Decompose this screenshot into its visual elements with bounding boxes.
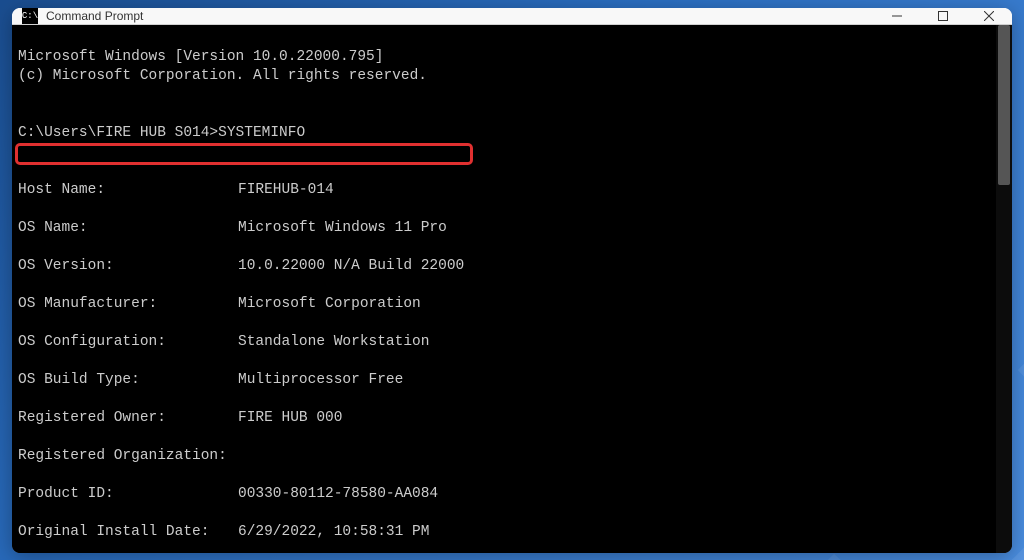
info-row: OS Manufacturer:Microsoft Corporation [18,295,996,314]
row-value: 00330-80112-78580-AA084 [238,485,438,504]
info-row: Registered Organization: [18,447,996,466]
row-value: 10.0.22000 N/A Build 22000 [238,257,464,276]
info-row: Product ID:00330-80112-78580-AA084 [18,485,996,504]
window-controls [874,8,1012,24]
row-value: FIREHUB-014 [238,181,334,200]
terminal-area: Microsoft Windows [Version 10.0.22000.79… [12,24,1012,553]
maximize-icon [938,11,948,21]
row-label: Product ID: [18,485,238,504]
vertical-scrollbar[interactable] [996,25,1012,553]
prompt-path: C:\Users\FIRE HUB S014> [18,125,218,141]
banner-line: Microsoft Windows [Version 10.0.22000.79… [18,49,383,65]
minimize-button[interactable] [874,8,920,24]
banner-line: (c) Microsoft Corporation. All rights re… [18,68,427,84]
row-value: Microsoft Corporation [238,295,421,314]
row-label: OS Build Type: [18,371,238,390]
row-label: Registered Organization: [18,447,238,466]
row-label: OS Configuration: [18,333,238,352]
row-label: OS Manufacturer: [18,295,238,314]
row-value: Multiprocessor Free [238,371,403,390]
row-value: 6/29/2022, 10:58:31 PM [238,523,429,542]
terminal-output[interactable]: Microsoft Windows [Version 10.0.22000.79… [12,25,996,553]
info-row: Host Name:FIREHUB-014 [18,181,996,200]
row-label: Original Install Date: [18,523,238,542]
maximize-button[interactable] [920,8,966,24]
info-row: OS Configuration:Standalone Workstation [18,333,996,352]
row-value: Standalone Workstation [238,333,429,352]
close-icon [984,11,994,21]
close-button[interactable] [966,8,1012,24]
row-label: Host Name: [18,181,238,200]
blank-line [18,86,996,105]
row-label: OS Name: [18,219,238,238]
row-value: Microsoft Windows 11 Pro [238,219,447,238]
prompt-command: SYSTEMINFO [218,125,305,141]
info-row: Original Install Date:6/29/2022, 10:58:3… [18,523,996,542]
scroll-thumb[interactable] [998,25,1010,185]
titlebar[interactable]: C:\ Command Prompt [12,8,1012,24]
info-row: Registered Owner:FIRE HUB 000 [18,409,996,428]
row-label: Registered Owner: [18,409,238,428]
command-prompt-icon: C:\ [22,8,38,24]
minimize-icon [892,11,902,21]
row-label: OS Version: [18,257,238,276]
info-row-osver: OS Version:10.0.22000 N/A Build 22000 [18,257,996,276]
window-title: Command Prompt [46,9,874,23]
info-row: OS Build Type:Multiprocessor Free [18,371,996,390]
info-row: OS Name:Microsoft Windows 11 Pro [18,219,996,238]
command-prompt-window: C:\ Command Prompt Microsoft Windows [Ve… [12,8,1012,553]
row-value: FIRE HUB 000 [238,409,342,428]
blank-line [18,143,996,162]
